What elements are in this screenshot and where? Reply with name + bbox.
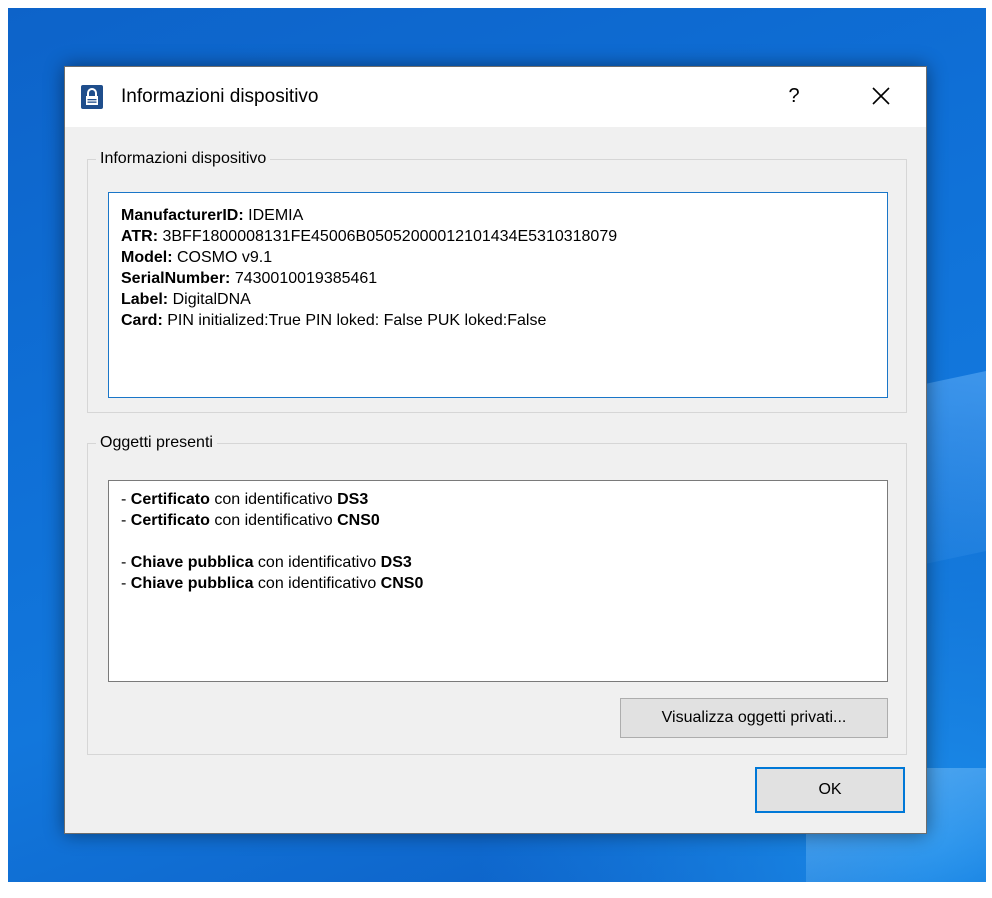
device-info-dialog: Informazioni dispositivo ? Informazioni … xyxy=(64,66,927,834)
object-line: - Certificato con identificativo CNS0 xyxy=(121,512,380,529)
ok-button[interactable]: OK xyxy=(755,767,905,813)
window-title: Informazioni dispositivo xyxy=(121,86,319,107)
device-info-group: Informazioni dispositivo ManufacturerID:… xyxy=(87,148,907,413)
object-line: - Certificato con identificativo DS3 xyxy=(121,491,369,508)
object-line: - Chiave pubblica con identificativo CNS… xyxy=(121,575,424,592)
objects-textbox[interactable]: - Certificato con identificativo DS3 - C… xyxy=(108,480,888,682)
lock-icon xyxy=(81,85,103,109)
object-line: - Chiave pubblica con identificativo DS3 xyxy=(121,554,412,571)
close-icon[interactable] xyxy=(855,73,907,119)
device-info-group-title: Informazioni dispositivo xyxy=(96,148,271,170)
info-line-model: Model: COSMO v9.1 xyxy=(121,249,273,266)
objects-group: Oggetti presenti - Certificato con ident… xyxy=(87,432,907,755)
info-line-atr: ATR: 3BFF1800008131FE45006B0505200001210… xyxy=(121,228,618,245)
info-line-label: Label: DigitalDNA xyxy=(121,291,251,308)
device-info-textbox[interactable]: ManufacturerID: IDEMIA ATR: 3BFF18000081… xyxy=(108,192,888,398)
objects-group-title: Oggetti presenti xyxy=(96,432,217,454)
help-icon[interactable]: ? xyxy=(769,73,819,119)
show-private-objects-button[interactable]: Visualizza oggetti privati... xyxy=(620,698,888,738)
info-line-serial: SerialNumber: 7430010019385461 xyxy=(121,270,378,287)
info-line-manufacturer: ManufacturerID: IDEMIA xyxy=(121,207,304,224)
title-bar[interactable]: Informazioni dispositivo ? xyxy=(65,67,926,127)
info-line-card: Card: PIN initialized:True PIN loked: Fa… xyxy=(121,312,547,329)
